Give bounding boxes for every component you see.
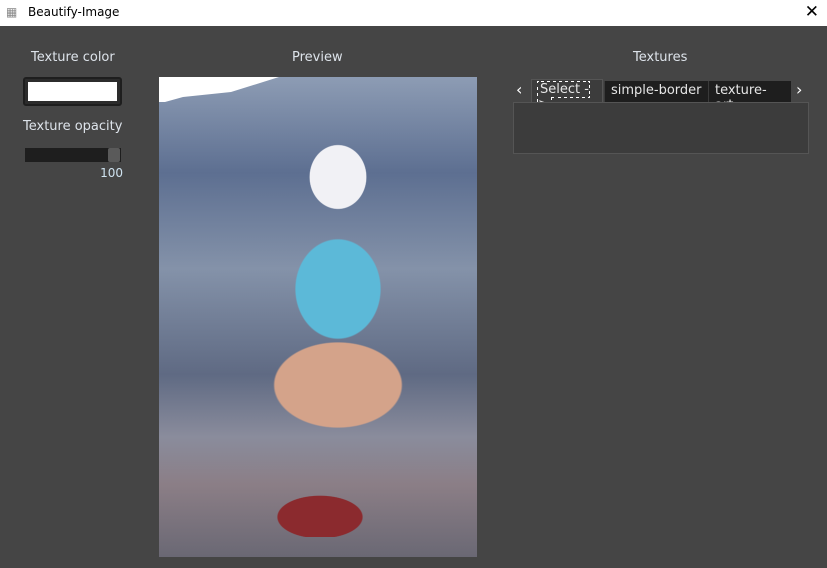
texture-overlay (159, 77, 279, 102)
app-icon: ▦ (6, 5, 18, 19)
texture-color-button[interactable] (23, 77, 122, 106)
preview-image (159, 77, 477, 557)
slider-handle[interactable] (108, 148, 120, 162)
opacity-value: 100 (100, 166, 123, 180)
preview-label: Preview (292, 50, 343, 65)
tab-scroll-left-button[interactable]: ‹ (516, 80, 522, 99)
close-button[interactable]: ✕ (805, 2, 819, 22)
texture-opacity-label: Texture opacity (23, 119, 123, 134)
tab-texture-art[interactable]: texture-art (708, 81, 791, 113)
tab-select[interactable]: Select -> (531, 79, 603, 113)
color-swatch (28, 82, 117, 101)
photo-subject (239, 137, 419, 537)
tab-simple-border[interactable]: simple-border (604, 81, 708, 102)
textures-panel (513, 102, 809, 154)
opacity-slider[interactable] (25, 148, 121, 162)
title-bar: ▦ Beautify-Image ✕ (0, 0, 827, 26)
window-title: Beautify-Image (28, 5, 120, 19)
tab-scroll-right-button[interactable]: › (796, 80, 802, 99)
textures-label: Textures (633, 50, 688, 65)
texture-color-label: Texture color (31, 50, 115, 65)
